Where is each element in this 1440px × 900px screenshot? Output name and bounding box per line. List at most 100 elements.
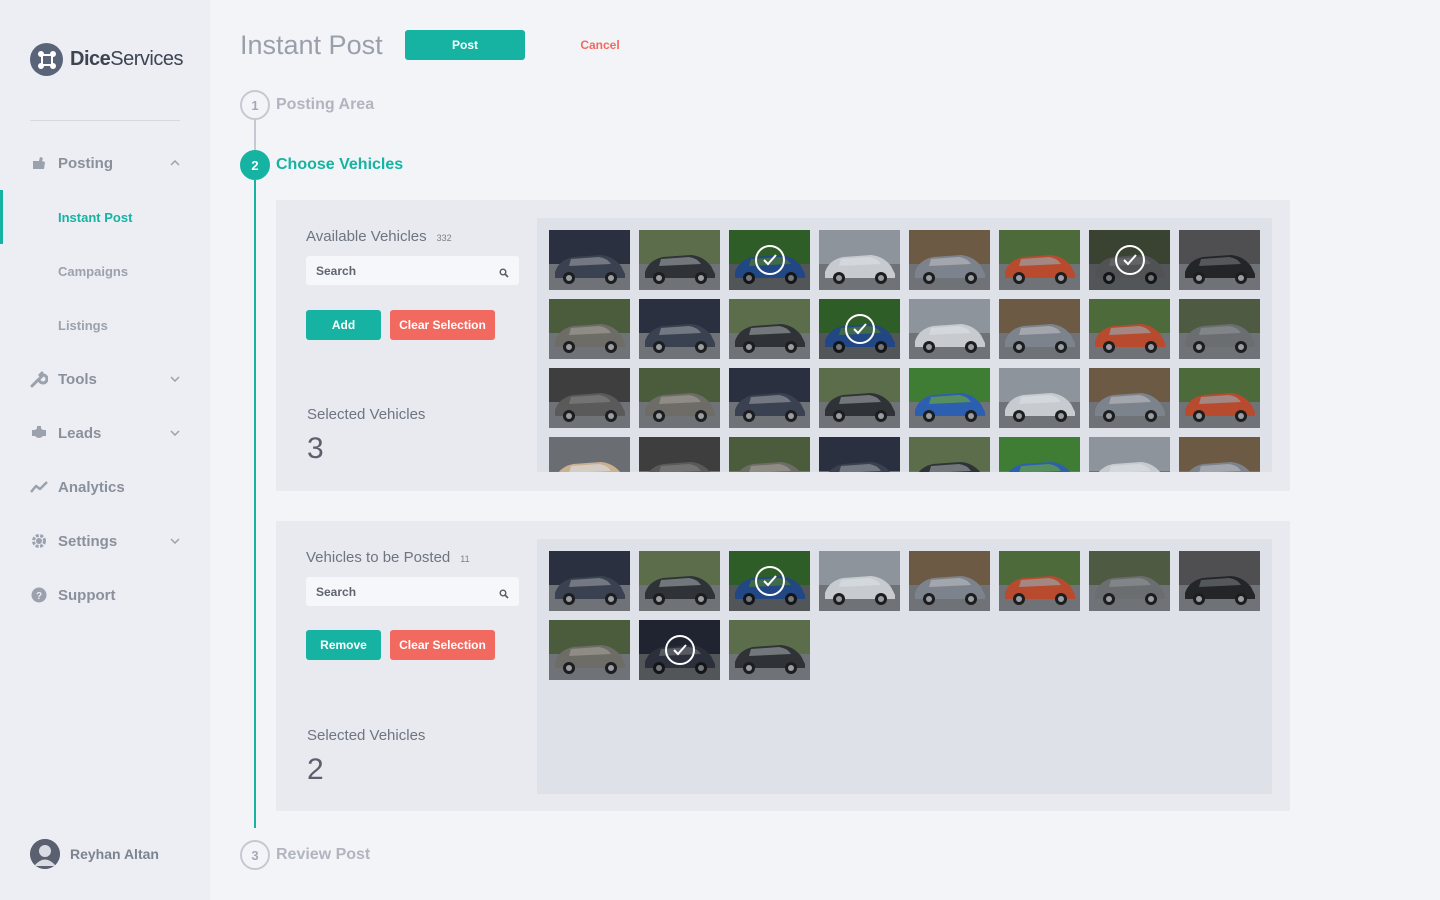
step-label-active[interactable]: Choose Vehicles (276, 156, 403, 174)
add-button[interactable]: Add (306, 310, 381, 340)
step-label[interactable]: Review Post (276, 846, 370, 864)
vehicle-thumbnail[interactable] (819, 299, 900, 359)
vehicle-thumbnail[interactable] (819, 368, 900, 428)
sidebar-item-label: Support (58, 586, 116, 604)
sidebar-item-listings[interactable]: Listings (0, 298, 210, 352)
sidebar-item-tools[interactable]: Tools (0, 352, 210, 406)
chevron-down-icon (170, 428, 180, 438)
available-vehicles-gallery[interactable] (537, 218, 1272, 472)
vehicle-thumbnail[interactable] (729, 368, 810, 428)
help-icon: ? (30, 586, 48, 604)
vehicle-thumbnail[interactable] (549, 230, 630, 290)
sidebar-item-settings[interactable]: Settings (0, 514, 210, 568)
brand-name: DiceServices (70, 48, 183, 70)
search-icon (499, 265, 509, 278)
sidebar-item-label: Analytics (58, 478, 125, 496)
vehicle-thumbnail[interactable] (729, 551, 810, 611)
page-title: Instant Post (240, 30, 383, 60)
vehicle-thumbnail[interactable] (729, 620, 810, 680)
vehicle-thumbnail[interactable] (1179, 551, 1260, 611)
vehicle-thumbnail[interactable] (639, 368, 720, 428)
vehicle-thumbnail[interactable] (1089, 230, 1170, 290)
vehicle-thumbnail[interactable] (1089, 551, 1170, 611)
search-field[interactable] (306, 577, 519, 606)
user-profile[interactable]: Reyhan Altan (30, 839, 159, 869)
sidebar-item-leads[interactable]: Leads (0, 406, 210, 460)
gear-icon (30, 532, 48, 550)
vehicle-thumbnail[interactable] (909, 437, 990, 472)
sidebar-item-analytics[interactable]: Analytics (0, 460, 210, 514)
vehicle-thumbnail[interactable] (819, 551, 900, 611)
wrench-icon (30, 370, 48, 388)
sidebar-item-campaigns[interactable]: Campaigns (0, 244, 210, 298)
checkmark-icon (665, 635, 695, 665)
vehicle-count: 11 (460, 554, 470, 564)
vehicle-thumbnail[interactable] (1179, 437, 1260, 472)
vehicles-to-post-gallery[interactable] (537, 539, 1272, 794)
panel-title: Available Vehicles 332 (306, 228, 452, 245)
sidebar-item-label: Tools (58, 370, 97, 388)
avatar (30, 839, 60, 869)
vehicle-thumbnail[interactable] (639, 551, 720, 611)
vehicle-thumbnail[interactable] (639, 230, 720, 290)
vehicle-thumbnail[interactable] (1179, 299, 1260, 359)
vehicle-thumbnail[interactable] (549, 437, 630, 472)
panel-title: Vehicles to be Posted 11 (306, 549, 470, 566)
step-number[interactable]: 1 (240, 90, 270, 120)
vehicle-thumbnail[interactable] (999, 551, 1080, 611)
clear-selection-button[interactable]: Clear Selection (390, 310, 495, 340)
vehicle-thumbnail[interactable] (819, 230, 900, 290)
leads-icon (30, 424, 48, 442)
vehicle-thumbnail[interactable] (909, 299, 990, 359)
step-number-active[interactable]: 2 (240, 150, 270, 180)
sidebar-item-label: Posting (58, 154, 113, 172)
vehicle-thumbnail[interactable] (999, 368, 1080, 428)
vehicle-thumbnail[interactable] (999, 437, 1080, 472)
vehicle-thumbnail[interactable] (999, 299, 1080, 359)
available-vehicles-panel: Available Vehicles332 Add Clear Selectio… (276, 200, 1290, 491)
vehicle-thumbnail[interactable] (729, 299, 810, 359)
search-input[interactable] (306, 263, 486, 278)
vehicle-thumbnail[interactable] (1179, 230, 1260, 290)
vehicle-thumbnail[interactable] (549, 299, 630, 359)
vehicle-thumbnail[interactable] (549, 620, 630, 680)
vehicle-thumbnail[interactable] (1179, 368, 1260, 428)
checkmark-icon (755, 566, 785, 596)
vehicle-thumbnail[interactable] (909, 368, 990, 428)
user-name: Reyhan Altan (70, 846, 159, 862)
step-connector-active (254, 180, 256, 828)
vehicle-thumbnail[interactable] (1089, 299, 1170, 359)
sidebar-item-posting[interactable]: Posting (0, 136, 210, 190)
chevron-down-icon (170, 374, 180, 384)
vehicle-thumbnail[interactable] (1089, 437, 1170, 472)
divider (30, 120, 180, 121)
vehicle-thumbnail[interactable] (999, 230, 1080, 290)
remove-button[interactable]: Remove (306, 630, 381, 660)
cancel-button[interactable]: Cancel (570, 30, 630, 60)
vehicle-thumbnail[interactable] (549, 551, 630, 611)
vehicle-thumbnail[interactable] (819, 437, 900, 472)
vehicle-thumbnail[interactable] (729, 437, 810, 472)
post-button[interactable]: Post (405, 30, 525, 60)
vehicles-to-post-panel: Vehicles to be Posted11 Remove Clear Sel… (276, 521, 1290, 811)
step-number[interactable]: 3 (240, 840, 270, 870)
vehicle-thumbnail[interactable] (909, 551, 990, 611)
vehicle-thumbnail[interactable] (1089, 368, 1170, 428)
sidebar-item-instant-post[interactable]: Instant Post (0, 190, 210, 244)
vehicle-thumbnail[interactable] (729, 230, 810, 290)
logo[interactable]: DiceServices (30, 43, 183, 76)
sidebar: DiceServices Posting Instant Post Campai… (0, 0, 210, 900)
search-input[interactable] (306, 584, 486, 599)
vehicle-thumbnail[interactable] (639, 620, 720, 680)
search-field[interactable] (306, 256, 519, 285)
vehicle-thumbnail[interactable] (909, 230, 990, 290)
vehicle-thumbnail[interactable] (639, 299, 720, 359)
vehicle-thumbnail[interactable] (549, 368, 630, 428)
vehicle-count: 332 (436, 233, 452, 243)
step-label[interactable]: Posting Area (276, 96, 374, 114)
sidebar-item-support[interactable]: ? Support (0, 568, 210, 622)
sidebar-item-label: Leads (58, 424, 102, 442)
clear-selection-button[interactable]: Clear Selection (390, 630, 495, 660)
vehicle-thumbnail[interactable] (639, 437, 720, 472)
chevron-down-icon (170, 536, 180, 546)
